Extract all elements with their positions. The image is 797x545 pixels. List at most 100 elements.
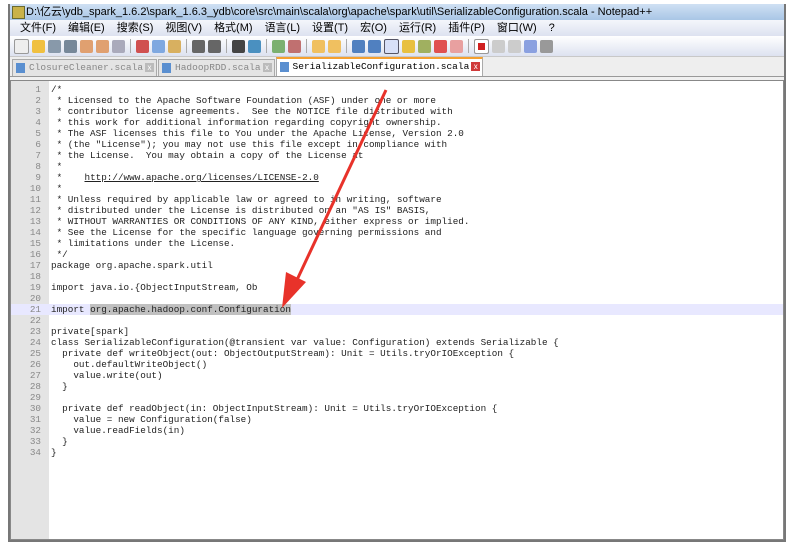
license-link[interactable]: http://www.apache.org/licenses/LICENSE-2…: [84, 172, 318, 183]
line-number: 8: [35, 161, 41, 172]
menu-language[interactable]: 语言(L): [259, 20, 306, 36]
redo-icon[interactable]: [208, 39, 221, 53]
line-text: * The ASF licenses this file to You unde…: [51, 128, 464, 139]
line-text: * See the License for the specific langu…: [51, 227, 442, 238]
line-number: 3: [35, 106, 41, 117]
open-file-icon[interactable]: [32, 39, 45, 53]
code-line: 1 /*: [11, 84, 783, 95]
file-icon: [279, 62, 289, 72]
udl-icon[interactable]: [402, 39, 415, 53]
line-text: * http://www.apache.org/licenses/LICENSE…: [49, 172, 319, 183]
line-text: value = new Configuration(false): [51, 414, 252, 425]
save-macro-icon[interactable]: [540, 39, 553, 53]
menu-plugins[interactable]: 插件(P): [442, 20, 491, 36]
function-list-icon[interactable]: [434, 39, 447, 53]
line-number: 25: [29, 348, 41, 359]
menu-view[interactable]: 视图(V): [159, 20, 208, 36]
menu-format[interactable]: 格式(M): [208, 20, 259, 36]
record-macro-icon[interactable]: [474, 38, 489, 54]
tab-label: HadoopRDD.scala: [175, 62, 261, 73]
line-number: 34: [29, 447, 41, 458]
tab-bar: ClosureCleaner.scala x HadoopRDD.scala x S…: [10, 57, 784, 77]
show-all-chars-icon[interactable]: [368, 39, 381, 53]
menu-macro[interactable]: 宏(O): [354, 20, 393, 36]
menu-run[interactable]: 运行(R): [393, 20, 442, 36]
line-text: private def writeObject(out: ObjectOutpu…: [51, 348, 515, 359]
code-editor[interactable]: 1/* 2 * Licensed to the Apache Software F…: [10, 80, 784, 540]
close-all-icon[interactable]: [96, 39, 109, 53]
code-line: 29: [11, 392, 783, 403]
code-line: 25 private def writeObject(out: ObjectOu…: [11, 348, 783, 359]
menu-settings[interactable]: 设置(T): [306, 20, 354, 36]
undo-icon[interactable]: [192, 39, 205, 53]
toolbar: [10, 36, 784, 57]
line-number: 31: [29, 414, 41, 425]
line-number: 6: [35, 139, 41, 150]
menu-window[interactable]: 窗口(W): [491, 20, 543, 36]
line-number: 2: [35, 95, 41, 106]
zoom-out-icon[interactable]: [288, 39, 301, 53]
line-text: import org.apache.hadoop.conf.Configurat…: [49, 304, 291, 315]
file-icon: [162, 63, 172, 73]
sync-horizontal-icon[interactable]: [328, 39, 341, 53]
line-number: 19: [29, 282, 41, 293]
close-tab-icon[interactable]: x: [471, 62, 481, 71]
line-number: 26: [29, 359, 41, 370]
line-number: 11: [29, 194, 41, 205]
code-line: 32 value.readFields(in): [11, 425, 783, 436]
line-number: 5: [35, 128, 41, 139]
folder-workspace-icon[interactable]: [450, 39, 463, 53]
close-icon[interactable]: [80, 39, 93, 53]
line-text: * contributor license agreements. See th…: [51, 106, 453, 117]
menu-edit[interactable]: 编辑(E): [62, 20, 111, 36]
tab-serializableconfiguration[interactable]: SerializableConfiguration.scala x: [275, 57, 484, 76]
doc-map-icon[interactable]: [418, 39, 431, 53]
line-number: 1: [35, 84, 41, 95]
line-text: /*: [51, 84, 63, 95]
line-text: private def readObject(in: ObjectInputSt…: [51, 403, 498, 414]
save-icon[interactable]: [48, 39, 61, 53]
code-line: 26 out.defaultWriteObject(): [11, 359, 783, 370]
replace-icon[interactable]: [248, 39, 261, 53]
sync-vertical-icon[interactable]: [312, 39, 325, 53]
find-icon[interactable]: [232, 39, 245, 53]
copy-icon[interactable]: [152, 39, 165, 53]
tab-hadooprdd[interactable]: HadoopRDD.scala x: [158, 59, 275, 76]
line-number: 15: [29, 238, 41, 249]
code-line: 27 value.write(out): [11, 370, 783, 381]
line-number: 22: [29, 315, 41, 326]
stop-macro-icon[interactable]: [492, 39, 505, 53]
menu-search[interactable]: 搜索(S): [111, 20, 160, 36]
word-wrap-icon[interactable]: [352, 39, 365, 53]
line-number: 13: [29, 216, 41, 227]
code-text: *: [51, 172, 85, 183]
save-all-icon[interactable]: [64, 39, 77, 53]
zoom-in-icon[interactable]: [272, 39, 285, 53]
paste-icon[interactable]: [168, 39, 181, 53]
menu-help[interactable]: ?: [543, 20, 561, 36]
cut-icon[interactable]: [136, 39, 149, 53]
close-tab-icon[interactable]: x: [145, 63, 155, 72]
tab-closurecleaner[interactable]: ClosureCleaner.scala x: [12, 59, 158, 76]
separator: [266, 39, 267, 53]
menu-file[interactable]: 文件(F): [14, 20, 62, 36]
line-text: * this work for additional information r…: [51, 117, 442, 128]
code-line: 23 private[spark]: [11, 326, 783, 337]
indent-guide-icon[interactable]: [384, 38, 399, 54]
code-line: 21 import org.apache.hadoop.conf.Configur…: [11, 304, 783, 315]
code-line: 7 * the License. You may obtain a copy o…: [11, 150, 783, 161]
new-file-icon[interactable]: [14, 38, 29, 54]
run-macro-multiple-icon[interactable]: [524, 39, 537, 53]
line-number: 12: [29, 205, 41, 216]
line-text: import java.io.{ObjectInputStream, Ob: [51, 282, 258, 293]
code-line: 8 *: [11, 161, 783, 172]
line-number: 21: [29, 304, 41, 315]
close-tab-icon[interactable]: x: [262, 63, 272, 72]
print-icon[interactable]: [112, 39, 125, 53]
line-text: [49, 293, 51, 304]
code-line: 13 * WITHOUT WARRANTIES OR CONDITIONS OF…: [11, 216, 783, 227]
play-macro-icon[interactable]: [508, 39, 521, 53]
title-bar: D:\亿云\ydb_spark_1.6.2\spark_1.6.3_ydb\co…: [10, 4, 784, 20]
code-line: 11 * Unless required by applicable law o…: [11, 194, 783, 205]
tab-label: ClosureCleaner.scala: [29, 62, 144, 73]
